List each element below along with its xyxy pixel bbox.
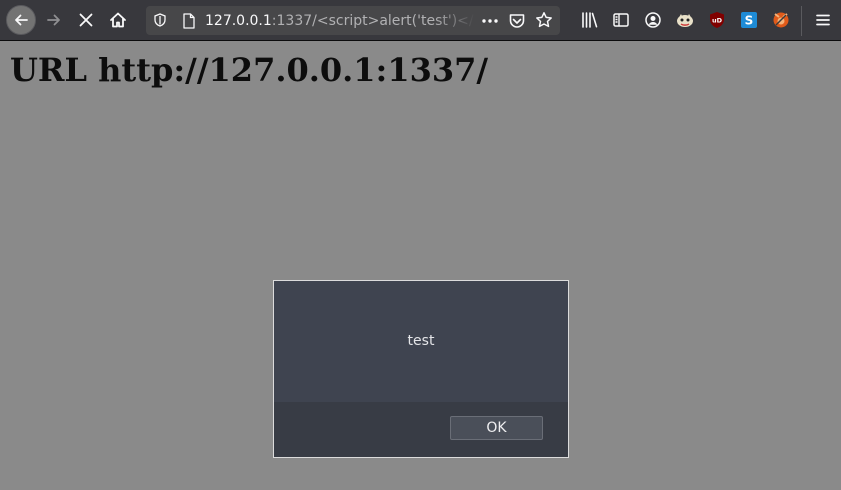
toolbar-separator: [801, 6, 802, 36]
alert-message: test: [407, 333, 435, 349]
alert-dialog-body: test: [274, 281, 568, 402]
extension-s-button[interactable]: S: [739, 10, 759, 30]
home-icon: [110, 12, 126, 28]
url-bar[interactable]: 127.0.0.1:1337/<script>alert('test')</sc: [146, 6, 560, 35]
sidebar-icon: [613, 13, 629, 27]
back-arrow-icon: [15, 14, 28, 26]
star-icon[interactable]: [535, 11, 553, 29]
more-dots-icon[interactable]: [480, 13, 500, 29]
ublock-origin-icon: uD: [710, 12, 724, 28]
url-path: :1337/<script>alert('test')</sc: [271, 13, 475, 29]
pocket-icon[interactable]: [508, 12, 526, 30]
account-button[interactable]: [643, 10, 663, 30]
url-text[interactable]: 127.0.0.1:1337/<script>alert('test')</sc: [205, 11, 475, 31]
page-icon[interactable]: [182, 13, 196, 29]
library-icon: [582, 12, 598, 28]
extension-mascot-button[interactable]: [675, 10, 695, 30]
browser-toolbar: 127.0.0.1:1337/<script>alert('test')</sc: [0, 0, 841, 41]
menu-button[interactable]: [813, 10, 833, 30]
extension-fox-icon: [773, 12, 789, 28]
svg-text:uD: uD: [712, 17, 723, 25]
hamburger-menu-icon: [816, 14, 830, 26]
home-button[interactable]: [104, 6, 132, 34]
url-host: 127.0.0.1: [205, 13, 272, 29]
ok-button[interactable]: OK: [450, 416, 543, 440]
svg-text:S: S: [745, 14, 754, 28]
stop-icon: [79, 13, 93, 27]
back-button[interactable]: [6, 5, 36, 35]
sidebar-button[interactable]: [611, 10, 631, 30]
extension-mascot-icon: [677, 14, 693, 27]
forward-arrow-icon: [47, 14, 60, 26]
shield-icon[interactable]: [153, 13, 167, 27]
stop-button[interactable]: [72, 6, 100, 34]
alert-dialog-footer: OK: [274, 402, 568, 457]
page-content: URL http://127.0.0.1:1337/ test OK: [0, 41, 841, 490]
ublock-origin-button[interactable]: uD: [707, 10, 727, 30]
forward-button[interactable]: [40, 6, 68, 34]
library-button[interactable]: [580, 10, 600, 30]
page-heading: URL http://127.0.0.1:1337/: [10, 51, 489, 89]
extension-s-icon: S: [741, 12, 757, 28]
extension-fox-button[interactable]: [771, 10, 791, 30]
account-icon: [645, 12, 661, 28]
alert-dialog: test OK: [273, 280, 569, 458]
